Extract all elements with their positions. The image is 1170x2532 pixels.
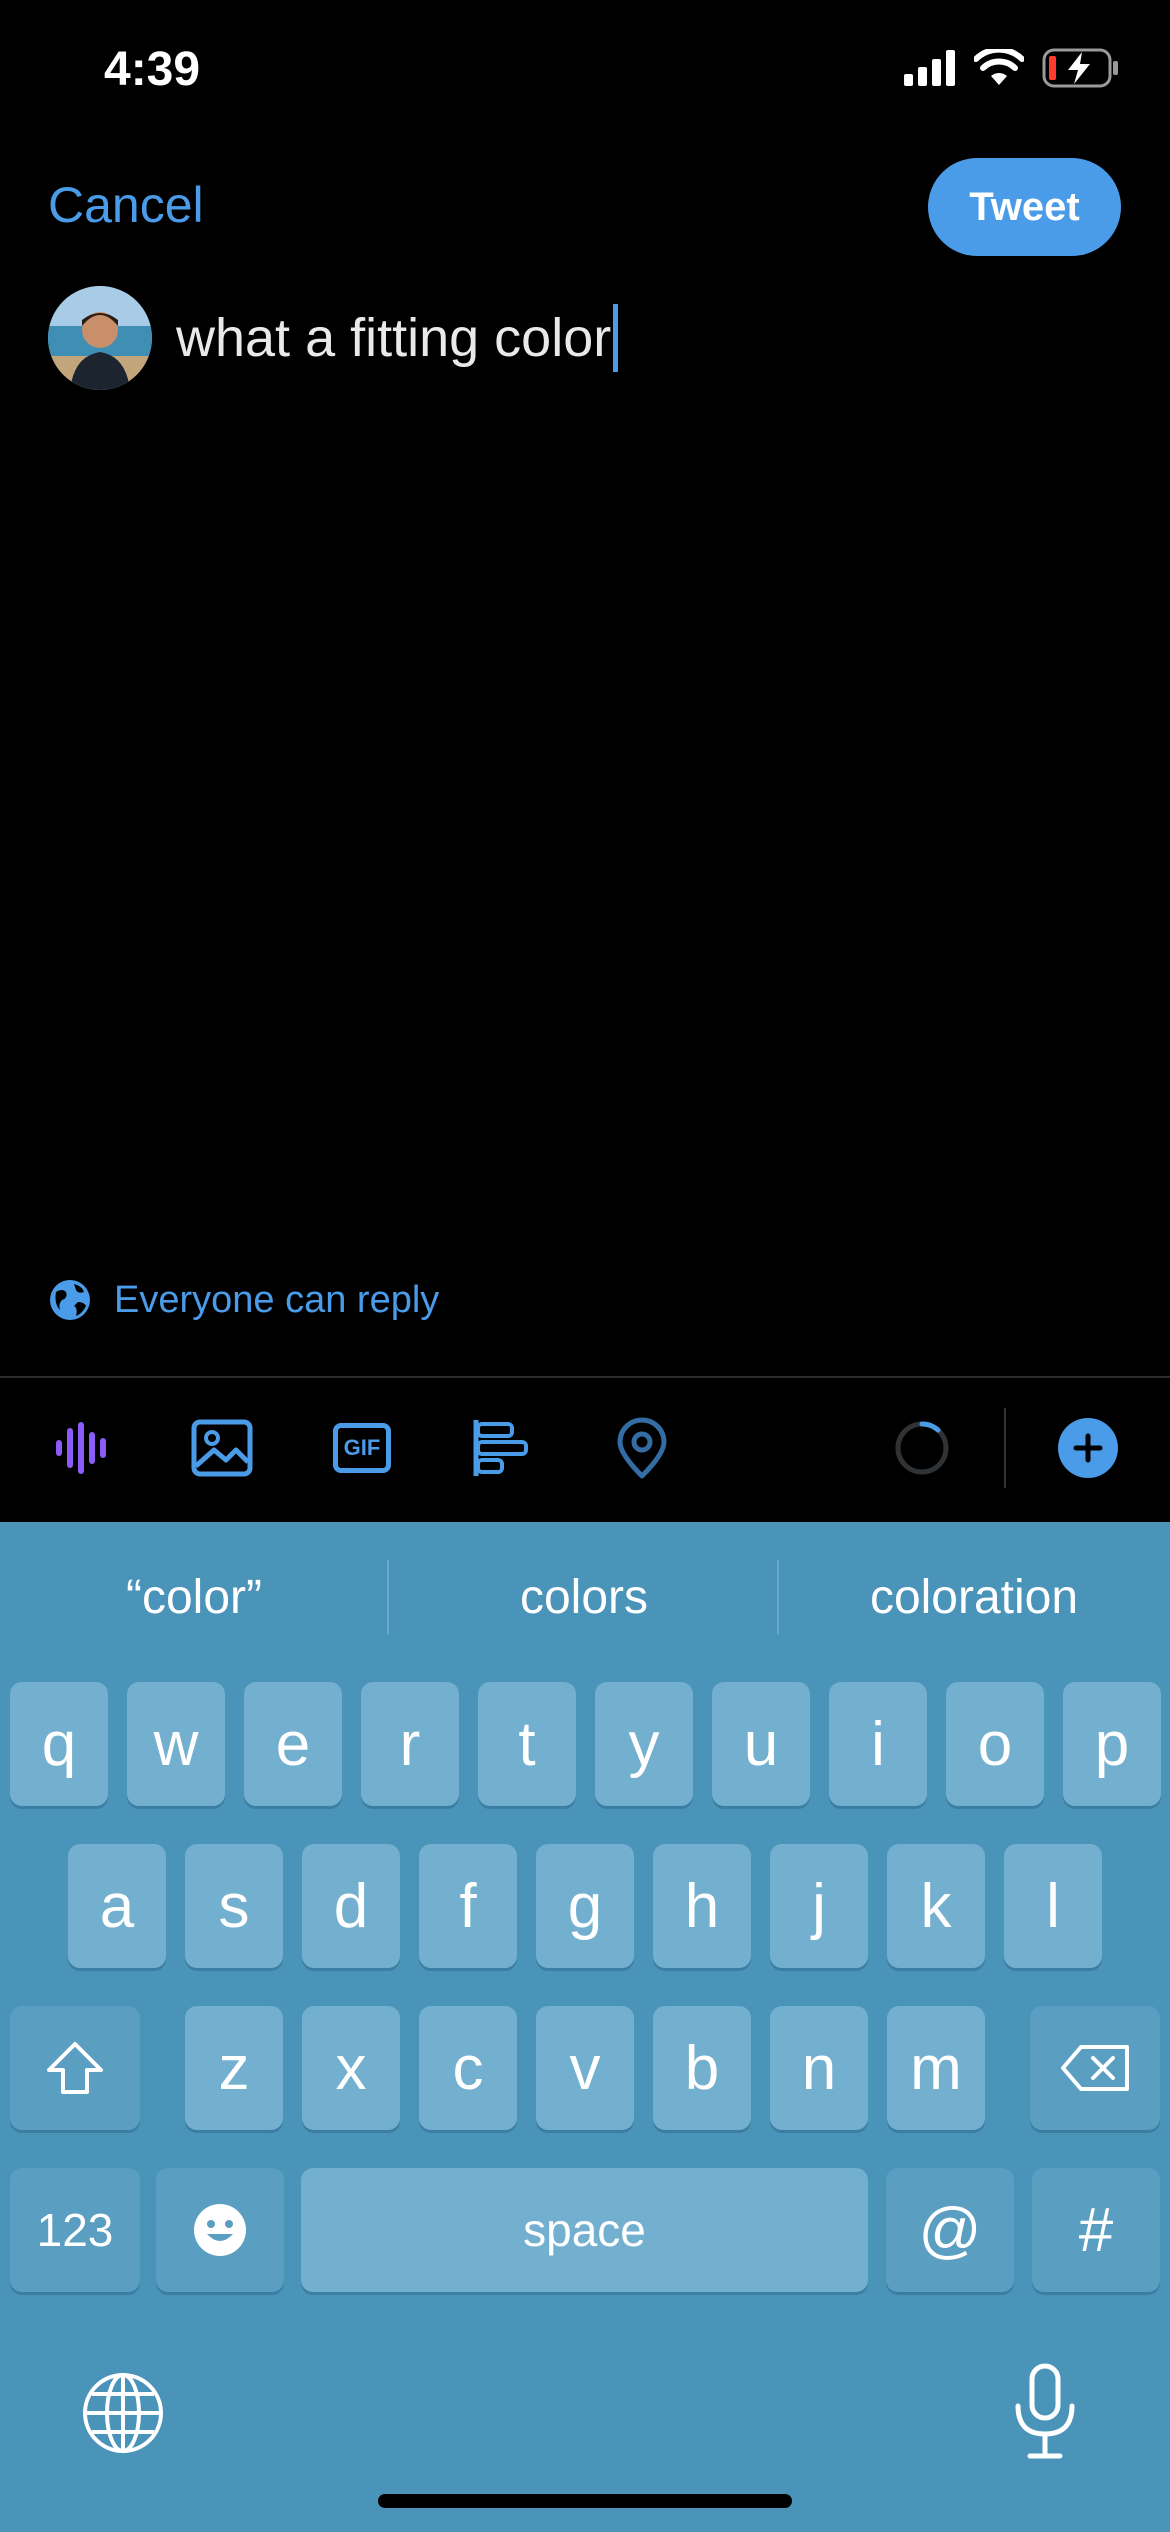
progress-ring-icon bbox=[895, 1421, 949, 1475]
key-w[interactable]: w bbox=[127, 1682, 225, 1806]
space-key[interactable]: space bbox=[301, 2168, 868, 2292]
key-g[interactable]: g bbox=[536, 1844, 634, 1968]
globe-icon bbox=[50, 1280, 90, 1320]
key-h[interactable]: h bbox=[653, 1844, 751, 1968]
avatar[interactable] bbox=[48, 286, 152, 390]
wifi-icon bbox=[974, 49, 1024, 85]
tweet-button[interactable]: Tweet bbox=[928, 158, 1121, 256]
toolbar-divider bbox=[0, 1376, 1170, 1378]
gif-label: GIF bbox=[333, 1423, 391, 1473]
key-l[interactable]: l bbox=[1004, 1844, 1102, 1968]
image-icon[interactable] bbox=[190, 1416, 254, 1480]
shift-icon bbox=[47, 2042, 103, 2094]
status-time: 4:39 bbox=[104, 43, 201, 96]
avatar-photo bbox=[48, 286, 152, 390]
cellular-signal-icon bbox=[904, 50, 955, 86]
compose-text: what a fitting color bbox=[176, 308, 612, 368]
voice-icon[interactable] bbox=[52, 1416, 116, 1480]
key-p[interactable]: p bbox=[1063, 1682, 1161, 1806]
add-thread-icon[interactable] bbox=[1056, 1416, 1120, 1480]
reply-label: Everyone can reply bbox=[114, 1278, 440, 1321]
suggestion-1[interactable]: “color” bbox=[0, 1570, 388, 1630]
shift-key[interactable] bbox=[10, 2006, 140, 2130]
key-f[interactable]: f bbox=[419, 1844, 517, 1968]
delete-icon bbox=[1061, 2045, 1129, 2091]
key-n[interactable]: n bbox=[770, 2006, 868, 2130]
at-key[interactable]: @ bbox=[886, 2168, 1014, 2292]
key-d[interactable]: d bbox=[302, 1844, 400, 1968]
key-u[interactable]: u bbox=[712, 1682, 810, 1806]
suggestion-3[interactable]: coloration bbox=[780, 1570, 1168, 1630]
key-c[interactable]: c bbox=[419, 2006, 517, 2130]
emoji-key[interactable] bbox=[156, 2168, 284, 2292]
key-a[interactable]: a bbox=[68, 1844, 166, 1968]
suggestion-separator bbox=[387, 1560, 389, 1634]
location-icon[interactable] bbox=[610, 1416, 674, 1480]
key-s[interactable]: s bbox=[185, 1844, 283, 1968]
numbers-key[interactable]: 123 bbox=[10, 2168, 140, 2292]
key-k[interactable]: k bbox=[887, 1844, 985, 1968]
key-y[interactable]: y bbox=[595, 1682, 693, 1806]
key-v[interactable]: v bbox=[536, 2006, 634, 2130]
keyboard-globe-icon[interactable] bbox=[80, 2370, 166, 2456]
battery-charging-icon bbox=[1042, 48, 1118, 88]
emoji-icon bbox=[194, 2204, 246, 2256]
status-icons bbox=[904, 48, 1120, 88]
cancel-button[interactable]: Cancel bbox=[48, 176, 204, 234]
key-o[interactable]: o bbox=[946, 1682, 1044, 1806]
hash-key[interactable]: # bbox=[1032, 2168, 1160, 2292]
key-e[interactable]: e bbox=[244, 1682, 342, 1806]
key-j[interactable]: j bbox=[770, 1844, 868, 1968]
key-q[interactable]: q bbox=[10, 1682, 108, 1806]
gif-icon[interactable]: GIF bbox=[330, 1416, 394, 1480]
text-cursor bbox=[613, 304, 619, 372]
key-r[interactable]: r bbox=[361, 1682, 459, 1806]
reply-settings[interactable]: Everyone can reply bbox=[48, 1278, 439, 1322]
key-b[interactable]: b bbox=[653, 2006, 751, 2130]
key-i[interactable]: i bbox=[829, 1682, 927, 1806]
home-indicator[interactable] bbox=[378, 2494, 792, 2508]
key-z[interactable]: z bbox=[185, 2006, 283, 2130]
poll-icon[interactable] bbox=[470, 1416, 534, 1480]
key-x[interactable]: x bbox=[302, 2006, 400, 2130]
delete-key[interactable] bbox=[1030, 2006, 1160, 2130]
tweet-compose-input[interactable]: what a fitting color bbox=[176, 304, 619, 372]
dictation-mic-icon[interactable] bbox=[1010, 2362, 1080, 2462]
suggestion-2[interactable]: colors bbox=[390, 1570, 778, 1630]
suggestion-separator bbox=[777, 1560, 779, 1634]
key-t[interactable]: t bbox=[478, 1682, 576, 1806]
key-m[interactable]: m bbox=[887, 2006, 985, 2130]
toolbar-separator bbox=[1004, 1408, 1006, 1488]
